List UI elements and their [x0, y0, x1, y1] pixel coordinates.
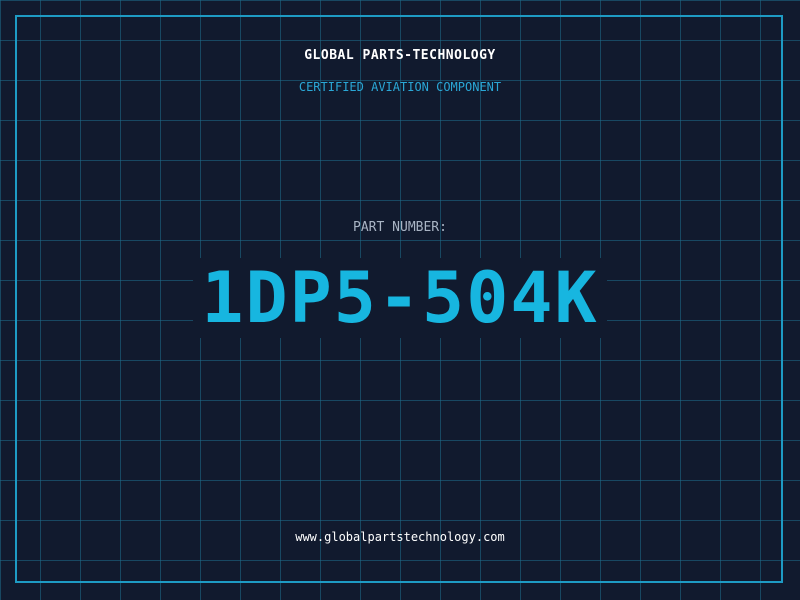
part-card: GLOBAL PARTS-TECHNOLOGY CERTIFIED AVIATI…	[0, 0, 800, 600]
website-url: www.globalpartstechnology.com	[295, 530, 505, 544]
company-name: GLOBAL PARTS-TECHNOLOGY	[304, 48, 496, 63]
part-number-container: 1DP5-504K	[0, 258, 800, 338]
certification-subtitle: CERTIFIED AVIATION COMPONENT	[298, 80, 502, 94]
part-number-label: PART NUMBER:	[353, 220, 447, 235]
part-number-value: 1DP5-504K	[193, 258, 607, 338]
